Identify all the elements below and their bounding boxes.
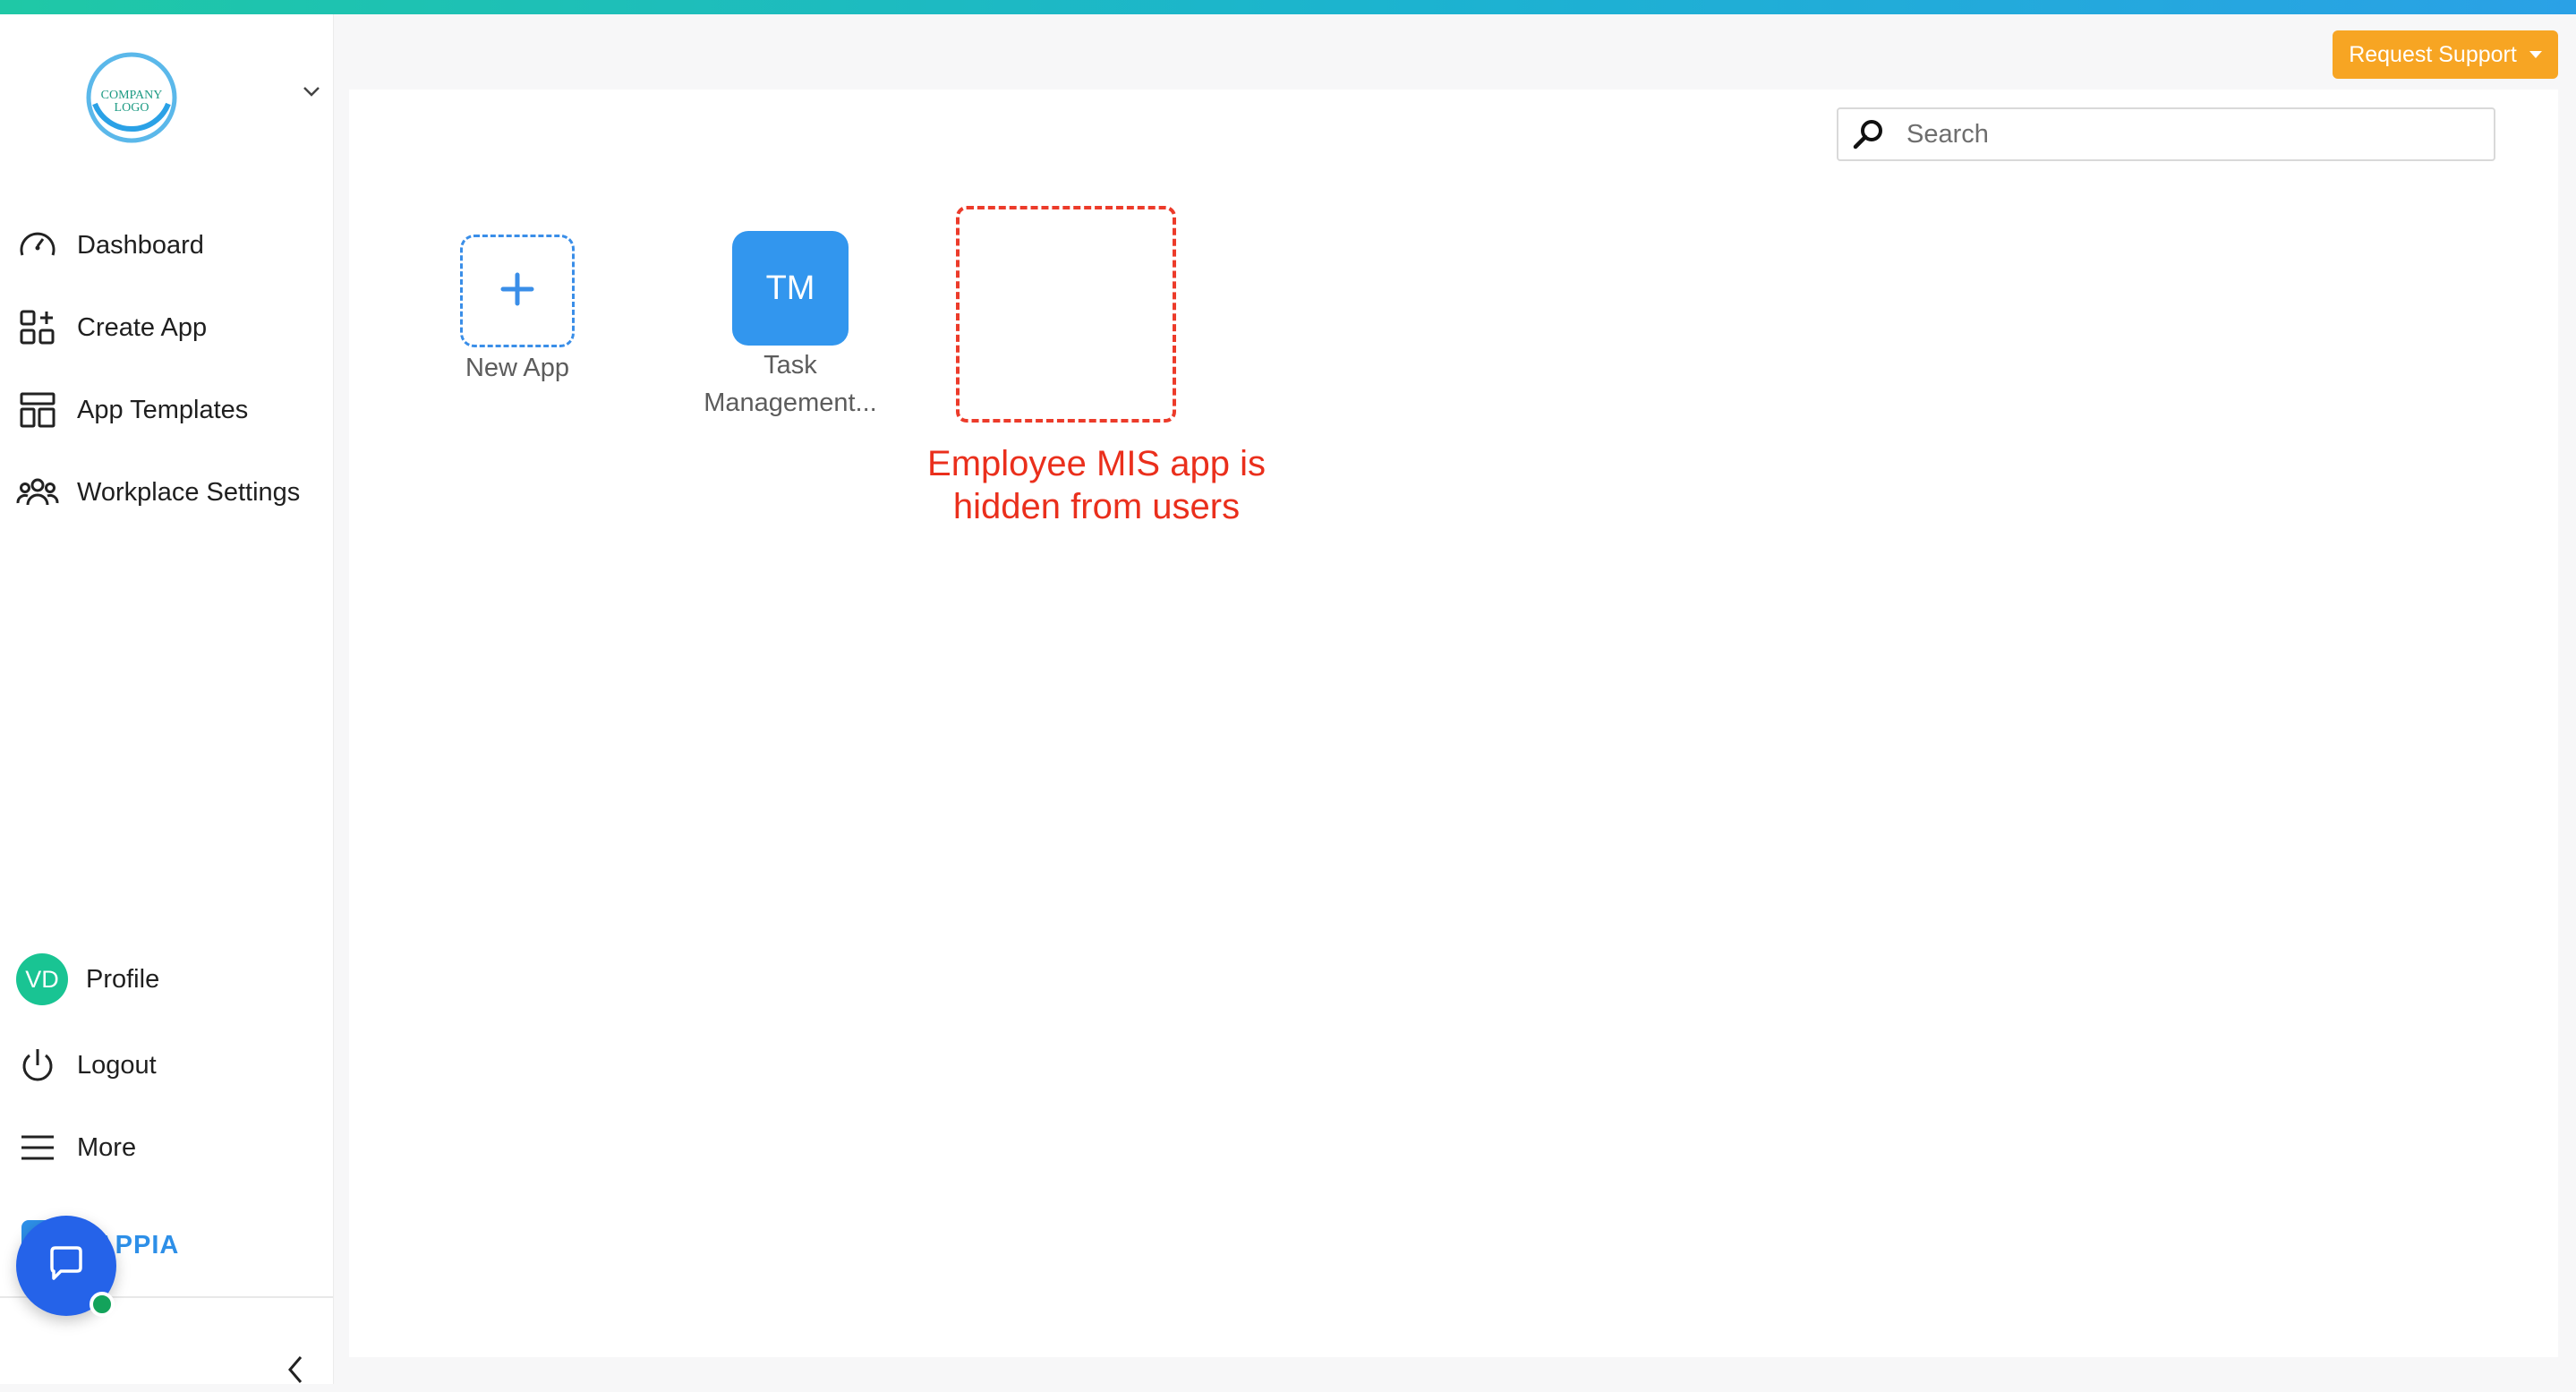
plus-icon: [499, 271, 535, 312]
nav-profile[interactable]: VD Profile: [16, 953, 160, 1005]
sidebar: COMPANY LOGO Dashboard Create App App Te…: [0, 14, 334, 1384]
grid-plus-icon: [16, 306, 59, 349]
new-app-label[interactable]: New App: [428, 349, 607, 387]
search-box[interactable]: [1837, 107, 2495, 161]
hidden-app-placeholder: [956, 206, 1176, 423]
task-management-label[interactable]: Task Management...: [687, 346, 893, 422]
nav-create-app-label: Create App: [77, 312, 208, 342]
app-tile-task-management[interactable]: TM: [732, 231, 849, 346]
dashboard-gauge-icon: [16, 224, 59, 267]
svg-text:COMPANY: COMPANY: [101, 89, 163, 102]
app-label-line-1: Task: [763, 351, 817, 380]
nav-more[interactable]: More: [16, 1123, 136, 1173]
power-icon: [16, 1044, 59, 1087]
layout-template-icon: [16, 389, 59, 431]
nav-logout[interactable]: Logout: [16, 1040, 157, 1090]
nav-profile-label: Profile: [86, 964, 160, 994]
top-accent-bar: [0, 0, 2576, 14]
nav-more-label: More: [77, 1132, 137, 1162]
app-initials: TM: [765, 269, 815, 307]
nav-dashboard-label: Dashboard: [77, 230, 204, 260]
nav-workplace-settings[interactable]: Workplace Settings: [16, 467, 300, 517]
annotation-line-1: Employee MIS app is: [927, 444, 1266, 483]
nav-app-templates-label: App Templates: [77, 395, 249, 424]
nav-dashboard[interactable]: Dashboard: [16, 220, 204, 270]
company-logo[interactable]: COMPANY LOGO: [82, 48, 181, 147]
collapse-sidebar-button[interactable]: [279, 1352, 311, 1388]
online-status-dot: [90, 1292, 115, 1317]
hidden-app-annotation: Employee MIS app is hidden from users: [895, 442, 1298, 528]
request-support-button[interactable]: Request Support: [2333, 30, 2558, 79]
nav-workplace-settings-label: Workplace Settings: [77, 477, 301, 507]
new-app-tile[interactable]: [460, 235, 575, 347]
nav-create-app[interactable]: Create App: [16, 303, 207, 353]
nav-logout-label: Logout: [77, 1050, 157, 1080]
chat-bubble-icon: [45, 1243, 88, 1290]
chevron-down-icon[interactable]: [299, 79, 324, 104]
annotation-line-2: hidden from users: [952, 487, 1241, 526]
caret-down-icon: [2529, 51, 2542, 58]
search-input[interactable]: [1905, 118, 2463, 150]
request-support-label: Request Support: [2349, 41, 2517, 67]
search-icon: [1849, 115, 1889, 154]
app-label-line-2: Management...: [704, 389, 877, 417]
svg-text:LOGO: LOGO: [115, 101, 149, 115]
hamburger-menu-icon: [16, 1126, 59, 1169]
avatar: VD: [16, 953, 68, 1005]
nav-app-templates[interactable]: App Templates: [16, 385, 248, 435]
users-group-icon: [16, 471, 59, 514]
main-content: [349, 90, 2558, 1357]
